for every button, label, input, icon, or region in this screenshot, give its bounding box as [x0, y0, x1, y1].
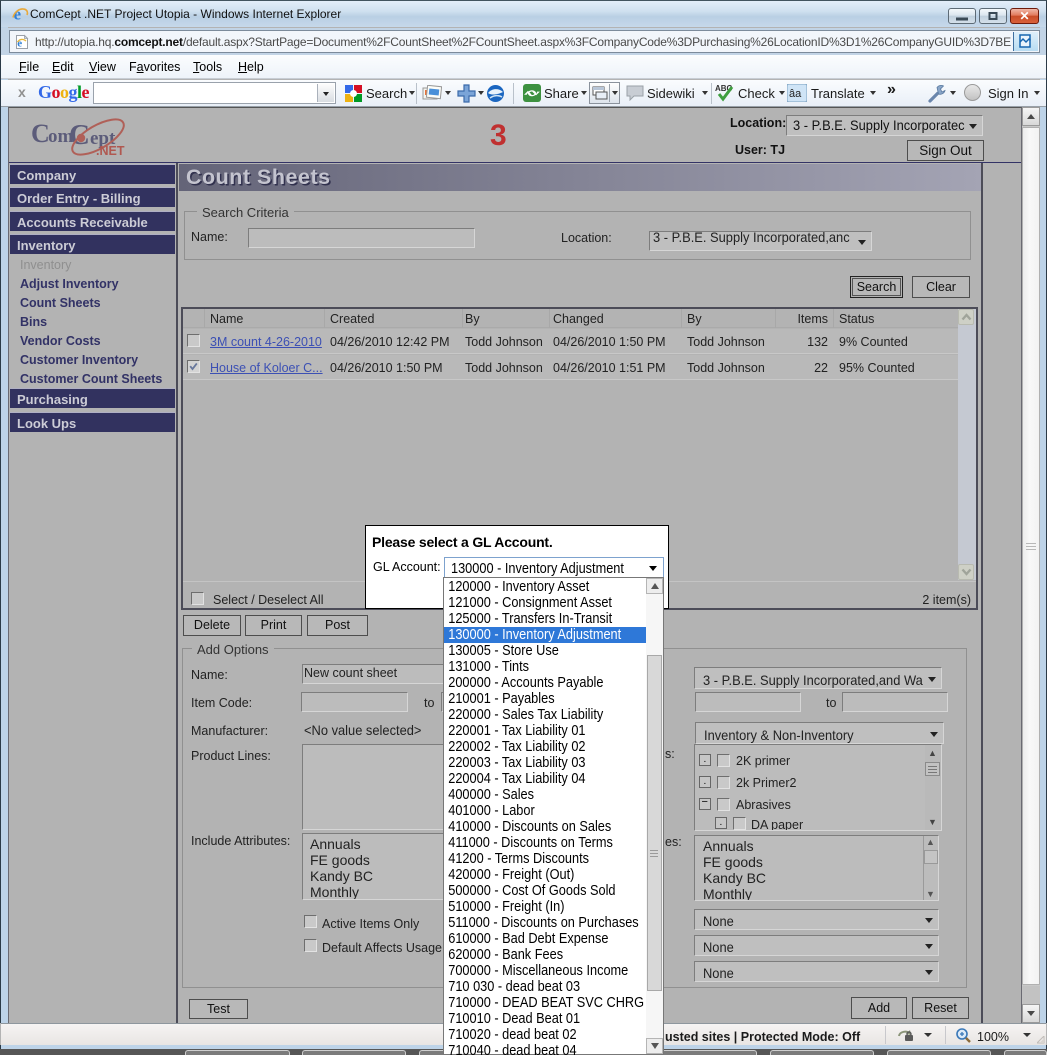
svg-text:C: C: [31, 119, 50, 148]
svg-text:.NET: .NET: [96, 144, 125, 158]
svg-text:âa: âa: [789, 88, 802, 100]
